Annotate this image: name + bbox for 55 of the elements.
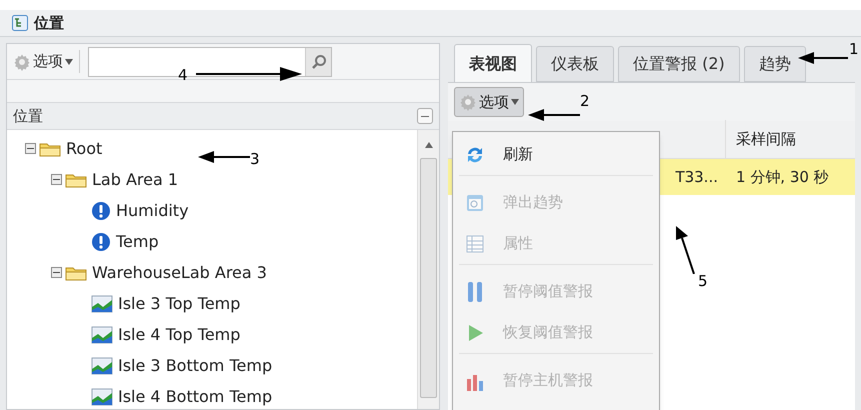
menu-item[interactable]: 刷新 <box>459 134 653 175</box>
tab[interactable]: 表视图 <box>454 44 532 82</box>
chart-icon <box>91 388 113 406</box>
panel-header-label: 位置 <box>13 106 43 127</box>
callout-arrow <box>528 109 580 121</box>
tree-item[interactable]: Isle 3 Top Temp <box>118 292 240 316</box>
folder-icon <box>65 172 87 188</box>
callout-number: 4 <box>178 65 188 86</box>
caret-icon <box>65 58 73 64</box>
callout-arrow <box>674 226 696 274</box>
tree-item[interactable]: WarehouseLab Area 3 <box>92 260 267 284</box>
tree-item[interactable]: Lab Area 1 <box>92 168 178 192</box>
tab[interactable]: 趋势 <box>744 46 806 82</box>
folder-icon <box>39 140 61 156</box>
callout-arrow <box>198 151 250 163</box>
chart-icon <box>91 326 113 344</box>
folder-icon <box>65 264 87 280</box>
callout-number: 3 <box>250 149 260 170</box>
window-icon <box>465 192 485 212</box>
chart-icon <box>91 294 113 312</box>
window-title: 位置 <box>34 12 64 34</box>
collapse-toggle[interactable] <box>51 267 62 278</box>
pause-icon <box>465 280 485 302</box>
gear-icon <box>13 52 31 70</box>
callout-arrow <box>798 52 848 64</box>
tab[interactable]: 位置警报 (2) <box>618 46 740 82</box>
tree-item[interactable]: Isle 3 Bottom Temp <box>118 354 272 378</box>
tree-item[interactable]: Isle 4 Top Temp <box>118 322 240 346</box>
collapse-toggle[interactable] <box>51 174 62 185</box>
tree-window-icon <box>12 15 28 31</box>
tree-item[interactable]: Isle 4 Bottom Temp <box>118 384 272 408</box>
callout-number: 2 <box>580 91 590 112</box>
options-button[interactable]: 选项 <box>13 50 80 73</box>
callout-number: 1 <box>849 39 859 60</box>
exclamation-icon <box>91 232 111 252</box>
table-cell-text: T33... <box>674 166 719 188</box>
tree-item[interactable]: Humidity <box>116 198 189 222</box>
collapse-button[interactable] <box>417 108 433 124</box>
caret-icon <box>511 99 519 105</box>
search-icon <box>310 54 326 70</box>
scrollbar[interactable] <box>417 130 439 409</box>
collapse-toggle[interactable] <box>25 143 36 154</box>
tree-item[interactable]: Root <box>66 136 102 160</box>
tree-item[interactable]: Temp <box>116 230 159 254</box>
scroll-up-icon[interactable] <box>424 142 432 148</box>
callout-number: 5 <box>698 271 708 292</box>
options-button[interactable]: 选项 <box>454 87 524 117</box>
table-cell-text: 1 分钟, 30 秒 <box>735 166 829 188</box>
tab[interactable]: 仪表板 <box>536 46 614 82</box>
exclamation-icon <box>91 200 111 220</box>
table-icon <box>465 234 485 254</box>
chart-icon <box>91 356 113 374</box>
column-header[interactable]: 采样间隔 <box>726 128 796 150</box>
gear-icon <box>459 93 477 111</box>
scroll-thumb[interactable] <box>420 158 437 398</box>
